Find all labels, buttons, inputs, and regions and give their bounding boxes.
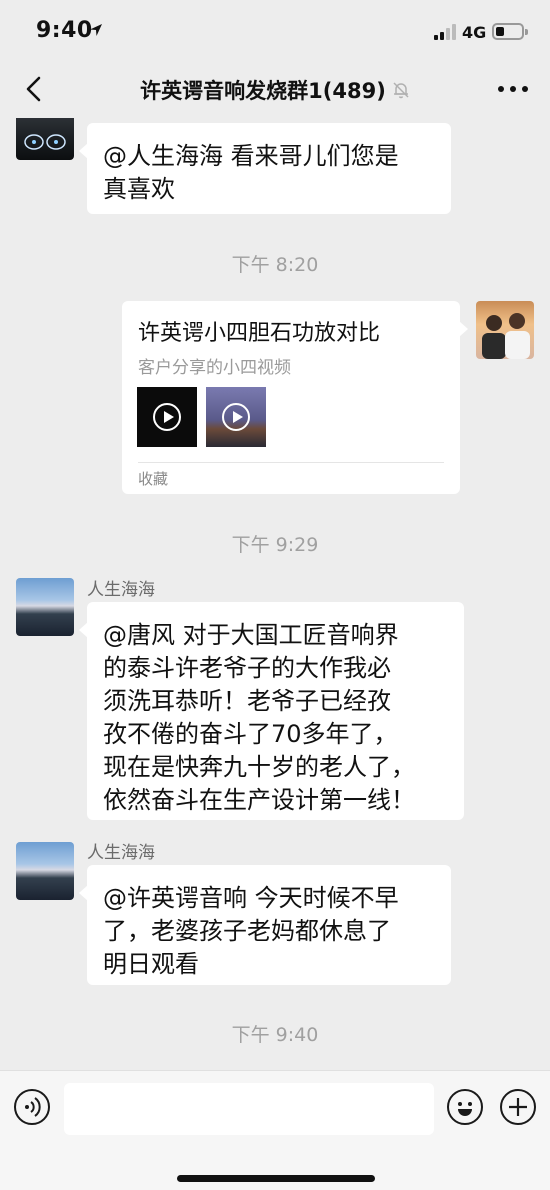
play-icon — [153, 403, 181, 431]
favorite-card[interactable]: 许英谔小四胆石功放对比 客户分享的小四视频 收藏 — [122, 301, 468, 494]
car-dashboard-avatar[interactable] — [16, 118, 74, 160]
emoji-icon[interactable] — [447, 1089, 483, 1125]
message-line: 孜不倦的奋斗了70多年了， — [103, 720, 398, 748]
input-bar — [0, 1070, 550, 1190]
video-thumbnail[interactable] — [137, 387, 197, 447]
message-bubble[interactable]: @人生海海 看来哥儿们您是 真喜欢 — [79, 123, 451, 214]
message-line: @唐风 对于大国工匠音响界 — [103, 621, 399, 649]
message-input[interactable] — [64, 1083, 434, 1135]
play-icon — [222, 403, 250, 431]
message-line: 了，老婆孩子老妈都休息了 — [103, 917, 391, 945]
sea-sunset-avatar[interactable] — [16, 842, 74, 900]
sea-sunset-avatar[interactable] — [16, 578, 74, 636]
two-people-avatar[interactable] — [476, 301, 534, 359]
message-bubble[interactable]: @唐风 对于大国工匠音响界 的泰斗许老爷子的大作我必 须洗耳恭听！老爷子已经孜 … — [79, 602, 464, 820]
more-icon[interactable] — [498, 86, 528, 94]
card-footer: 收藏 — [138, 470, 169, 488]
voice-icon[interactable] — [14, 1089, 50, 1125]
location-arrow-icon — [90, 24, 102, 36]
card-divider — [138, 462, 444, 463]
time-separator: 下午 9:40 — [231, 1024, 319, 1046]
signal-icon — [434, 24, 456, 40]
message-line: 须洗耳恭听！老爷子已经孜 — [103, 687, 391, 715]
message-line: @人生海海 看来哥儿们您是 — [103, 142, 399, 170]
message-line: 明日观看 — [103, 950, 199, 978]
message-line: 现在是快奔九十岁的老人了， — [103, 753, 415, 781]
card-title: 许英谔小四胆石功放对比 — [138, 321, 381, 346]
status-time: 9:40 — [36, 18, 93, 43]
mute-icon — [393, 82, 409, 99]
message-line: 依然奋斗在生产设计第一线！ — [103, 786, 415, 814]
message-bubble[interactable]: @许英谔音响 今天时候不早 了，老婆孩子老妈都休息了 明日观看 — [79, 865, 451, 985]
network-type: 4G — [462, 23, 487, 42]
message-line: 真喜欢 — [103, 175, 175, 203]
card-subtitle: 客户分享的小四视频 — [138, 358, 291, 378]
plus-icon[interactable] — [500, 1089, 536, 1125]
home-indicator — [177, 1175, 375, 1182]
message-line: @许英谔音响 今天时候不早 — [103, 884, 399, 912]
message-line: 的泰斗许老爷子的大作我必 — [103, 654, 391, 682]
sender-name: 人生海海 — [87, 843, 155, 863]
chat-title-wrapper: 许英谔音响发烧群1(489) — [0, 75, 550, 105]
sender-name: 人生海海 — [87, 580, 155, 600]
time-separator: 下午 9:29 — [231, 534, 319, 556]
nav-bar: 许英谔音响发烧群1(489) — [0, 62, 550, 118]
status-bar: 9:40 4G — [0, 0, 550, 62]
video-thumbnail[interactable] — [206, 387, 266, 447]
chat-title: 许英谔音响发烧群1(489) — [140, 79, 386, 103]
time-separator: 下午 8:20 — [231, 254, 319, 276]
battery-icon — [492, 23, 528, 40]
chat-area[interactable]: @人生海海 看来哥儿们您是 真喜欢 下午 8:20 许英谔小四胆石功放对比 客户… — [0, 118, 550, 1070]
